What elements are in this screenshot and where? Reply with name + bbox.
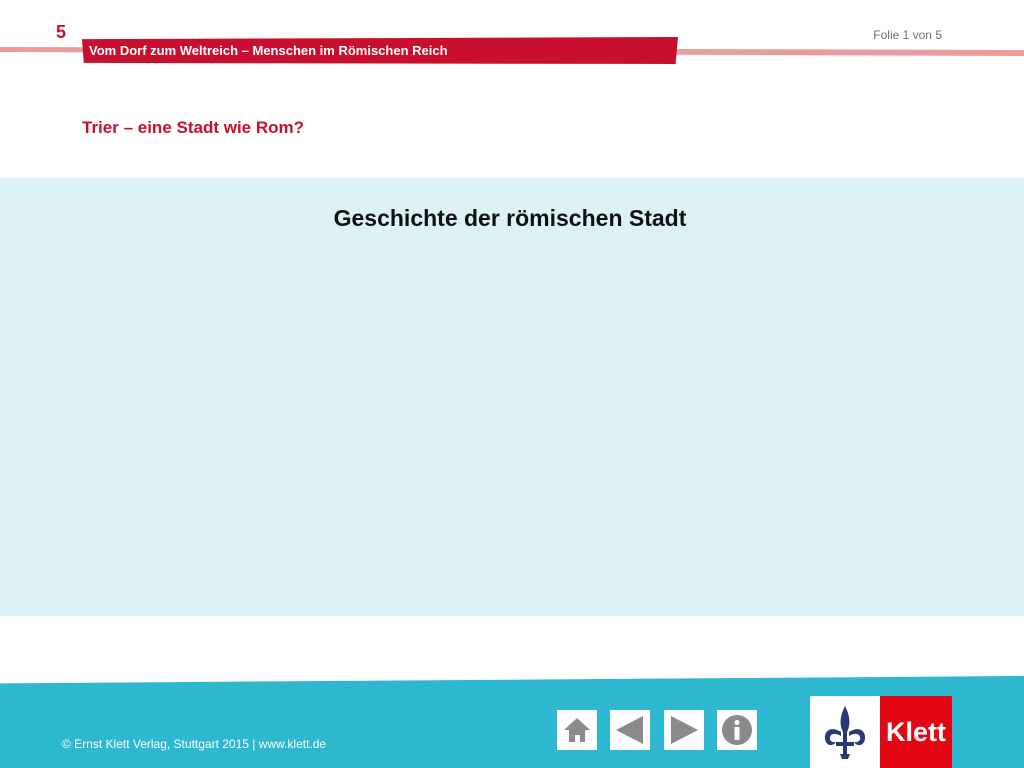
content-panel — [0, 178, 1024, 616]
next-slide-button[interactable] — [664, 710, 704, 750]
home-icon — [564, 718, 590, 742]
header-banner-title: Vom Dorf zum Weltreich – Menschen im Röm… — [89, 43, 448, 58]
info-button[interactable] — [717, 710, 757, 750]
klett-logo: Klett — [810, 696, 952, 768]
content-heading: Geschichte der römischen Stadt — [333, 205, 687, 231]
triangle-right-icon — [671, 716, 698, 744]
home-button[interactable] — [557, 710, 597, 750]
fleur-de-lis-icon — [824, 706, 866, 759]
previous-slide-button[interactable] — [610, 710, 650, 750]
copyright-text: © Ernst Klett Verlag, Stuttgart 2015 | w… — [62, 737, 327, 751]
slide-counter: Folie 1 von 5 — [873, 28, 942, 42]
klett-wordmark: Klett — [880, 696, 952, 768]
page-subtitle: Trier – eine Stadt wie Rom? — [82, 118, 305, 137]
triangle-left-icon — [616, 716, 643, 744]
klett-emblem — [810, 696, 880, 768]
info-icon — [722, 715, 752, 745]
chapter-number: 5 — [56, 22, 67, 42]
